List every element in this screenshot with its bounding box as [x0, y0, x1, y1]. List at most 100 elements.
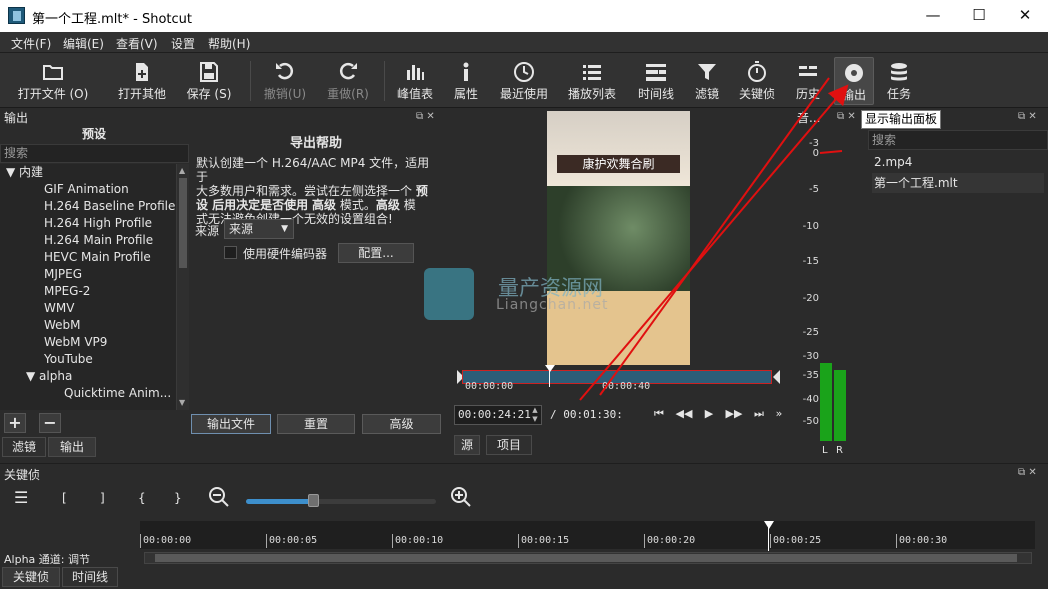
playlist-label: 播放列表: [567, 87, 616, 101]
zoom-out-icon[interactable]: [208, 486, 230, 511]
tab-timeline[interactable]: 时间线: [62, 567, 118, 587]
menu-edit[interactable]: 编辑(E): [63, 35, 104, 52]
minimize-button[interactable]: —: [910, 0, 956, 32]
preset-item[interactable]: WebM VP9: [0, 334, 176, 351]
skip-next-icon[interactable]: ⏭: [750, 407, 768, 421]
menu-file[interactable]: 文件(F): [11, 35, 51, 52]
advanced-button[interactable]: 高级: [362, 414, 441, 434]
set-filter-out-button[interactable]: }: [174, 491, 182, 505]
preset-item[interactable]: GIF Animation: [0, 181, 176, 198]
source-label: 来源: [195, 224, 220, 238]
preset-item[interactable]: H.264 Main Profile: [0, 232, 176, 249]
preset-item[interactable]: H.264 Baseline Profile: [0, 198, 176, 215]
export-file-button[interactable]: 输出文件: [191, 414, 271, 434]
video-preview[interactable]: 康护欢舞合刷: [547, 111, 690, 365]
source-value: 来源: [229, 222, 254, 236]
tab-export[interactable]: 输出: [48, 437, 96, 457]
undo-button[interactable]: 撤销(U): [262, 57, 308, 105]
close-button[interactable]: ✕: [1002, 0, 1048, 32]
skip-previous-icon[interactable]: ⏮: [650, 407, 668, 421]
db-tick-label: -20: [802, 293, 819, 304]
playlist-item[interactable]: 2.mp4: [872, 152, 1044, 172]
tab-filters[interactable]: 滤镜: [2, 437, 46, 457]
preset-item[interactable]: ▼ 内建: [0, 164, 176, 181]
source-select[interactable]: 来源 ▼: [224, 219, 294, 239]
scroll-thumb[interactable]: [179, 178, 187, 268]
set-out-button[interactable]: ]: [100, 491, 105, 505]
preset-item[interactable]: MJPEG: [0, 266, 176, 283]
out-point-marker[interactable]: [773, 370, 780, 384]
history-label: 历史: [795, 87, 820, 101]
open-file-button[interactable]: 打开文件 (O): [14, 57, 92, 105]
preset-item[interactable]: MPEG-2: [0, 283, 176, 300]
preset-item[interactable]: YouTube: [0, 351, 176, 368]
menu-help[interactable]: 帮助(H): [208, 35, 250, 52]
preset-item[interactable]: Quicktime Anim...: [0, 385, 176, 402]
filters-button[interactable]: 滤镜: [690, 57, 724, 105]
jobs-button[interactable]: 任务: [882, 57, 916, 105]
scrub-time-start: 00:00:00: [465, 381, 514, 392]
preset-item[interactable]: WMV: [0, 300, 176, 317]
open-other-button[interactable]: 打开其他: [111, 57, 173, 105]
preset-item[interactable]: ▼ alpha: [0, 368, 176, 385]
history-button[interactable]: 历史: [792, 57, 824, 105]
preset-item[interactable]: H.264 High Profile: [0, 215, 176, 232]
hw-encoder-checkbox[interactable]: [224, 246, 237, 259]
playlist-item[interactable]: 第一个工程.mlt: [872, 173, 1044, 193]
scrubber-playhead[interactable]: [544, 365, 555, 387]
reset-button[interactable]: 重置: [277, 414, 355, 434]
playlist-button[interactable]: 播放列表: [566, 57, 618, 105]
properties-button[interactable]: 属性: [450, 57, 482, 105]
menu-view[interactable]: 查看(V): [116, 35, 158, 52]
playlist-search-input[interactable]: 搜索: [868, 130, 1048, 150]
db-tick-label: -15: [802, 256, 819, 267]
menu-settings[interactable]: 设置: [171, 35, 195, 52]
preset-item[interactable]: WebM: [0, 317, 176, 334]
more-controls-icon[interactable]: »: [770, 407, 788, 421]
zoom-slider-handle[interactable]: [307, 494, 319, 507]
title-bar: 第一个工程.mlt* - Shotcut — ☐ ✕: [0, 0, 1048, 32]
configure-button[interactable]: 配置...: [338, 243, 414, 263]
funnel-icon: [690, 57, 724, 85]
ruler-tick: 00:00:30: [896, 534, 947, 548]
menu-icon[interactable]: ☰: [14, 488, 28, 507]
recent-button[interactable]: 最近使用: [496, 57, 552, 105]
rewind-icon[interactable]: ◀◀: [675, 407, 693, 421]
hscroll-thumb[interactable]: [155, 554, 1017, 562]
dock-float-close-icon[interactable]: ⧉ ✕: [1018, 467, 1037, 478]
shotcut-window: 第一个工程.mlt* - Shotcut — ☐ ✕ 文件(F) 编辑(E) 查…: [0, 0, 1048, 589]
tab-keyframes[interactable]: 关键侦: [2, 567, 60, 587]
menu-bar: 文件(F) 编辑(E) 查看(V) 设置 帮助(H): [0, 32, 1048, 53]
preset-item[interactable]: HEVC Main Profile: [0, 249, 176, 266]
keyframes-hscrollbar[interactable]: [144, 552, 1032, 564]
dock-float-close-icon[interactable]: ⧉ ✕: [837, 111, 856, 122]
tab-source[interactable]: 源: [454, 435, 480, 455]
remove-preset-button[interactable]: −: [39, 413, 61, 433]
preset-search-input[interactable]: 搜索: [0, 144, 189, 163]
scroll-down-icon[interactable]: ▼: [179, 398, 185, 407]
set-in-button[interactable]: [: [62, 491, 67, 505]
shotcut-app-icon: [8, 7, 25, 24]
keyframes-button[interactable]: 关键侦: [736, 57, 778, 105]
dock-float-close-icon[interactable]: ⧉ ✕: [1018, 111, 1037, 122]
play-icon[interactable]: ▶: [700, 407, 718, 421]
set-filter-in-button[interactable]: {: [138, 491, 146, 505]
peak-meter-button[interactable]: 峰值表: [394, 57, 436, 105]
timecode-spin-icon[interactable]: ▲ ▼: [529, 406, 541, 424]
timeline-button[interactable]: 时间线: [634, 57, 678, 105]
keyframes-ruler[interactable]: 00:00:00 00:00:05 00:00:10 00:00:15 00:00:20…: [140, 521, 1035, 549]
keyframes-playhead[interactable]: [764, 521, 774, 551]
redo-button[interactable]: 重做(R): [325, 57, 371, 105]
zoom-in-icon[interactable]: [450, 486, 472, 511]
dock-float-close-icon[interactable]: ⧉ ✕: [416, 111, 435, 122]
preset-scrollbar[interactable]: ▲ ▼: [176, 164, 189, 410]
export-button[interactable]: 输出: [834, 57, 874, 105]
fast-forward-icon[interactable]: ▶▶: [725, 407, 743, 421]
ruler-tick: 00:00:00: [140, 534, 191, 548]
zoom-slider-track[interactable]: [246, 499, 436, 504]
scroll-up-icon[interactable]: ▲: [179, 166, 185, 175]
maximize-button[interactable]: ☐: [956, 0, 1002, 32]
add-preset-button[interactable]: +: [4, 413, 26, 433]
tab-project[interactable]: 项目: [486, 435, 532, 455]
save-button[interactable]: 保存 (S): [180, 57, 238, 105]
